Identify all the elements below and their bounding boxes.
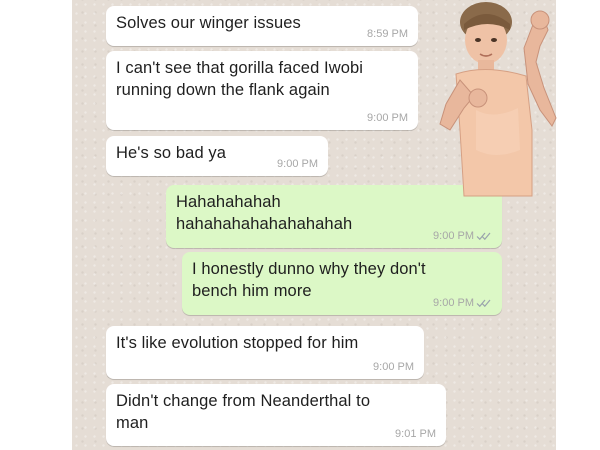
message-timestamp: 9:00 PM — [433, 297, 474, 309]
message-meta: 9:00 PM — [367, 112, 408, 124]
message-bubble-incoming[interactable]: It's like evolution stopped for him 9:00… — [106, 326, 424, 379]
message-meta: 9:00 PM — [277, 158, 318, 170]
double-check-icon — [476, 232, 491, 241]
message-text: Didn't change from Neanderthal to man — [116, 392, 371, 432]
message-text: Solves our winger issues — [116, 14, 301, 32]
message-bubble-incoming[interactable]: Didn't change from Neanderthal to man 9:… — [106, 384, 446, 446]
message-timestamp: 9:01 PM — [395, 428, 436, 440]
message-bubble-incoming[interactable]: He's so bad ya 9:00 PM — [106, 136, 328, 176]
message-bubble-incoming[interactable]: Solves our winger issues 8:59 PM — [106, 6, 418, 46]
message-text: It's like evolution stopped for him — [116, 334, 359, 352]
message-bubble-incoming[interactable]: I can't see that gorilla faced Iwobi run… — [106, 51, 418, 130]
message-meta: 9:00 PM — [433, 297, 492, 309]
message-timestamp: 8:59 PM — [367, 28, 408, 40]
message-timestamp: 9:00 PM — [373, 361, 414, 373]
message-meta: 8:59 PM — [367, 28, 408, 40]
message-text: I can't see that gorilla faced Iwobi run… — [116, 59, 364, 99]
message-meta: 9:01 PM — [395, 428, 436, 440]
message-timestamp: 9:00 PM — [433, 230, 474, 242]
kid-dancing-sticker — [439, 2, 557, 197]
screenshot: Solves our winger issues 8:59 PM I can't… — [0, 0, 600, 450]
message-meta: 9:00 PM — [433, 230, 492, 242]
message-timestamp: 9:00 PM — [367, 112, 408, 124]
message-bubble-outgoing[interactable]: I honestly dunno why they don't bench hi… — [182, 252, 502, 315]
double-check-icon — [476, 299, 491, 308]
message-timestamp: 9:00 PM — [277, 158, 318, 170]
message-meta: 9:00 PM — [373, 361, 414, 373]
message-text: I honestly dunno why they don't bench hi… — [192, 260, 426, 300]
